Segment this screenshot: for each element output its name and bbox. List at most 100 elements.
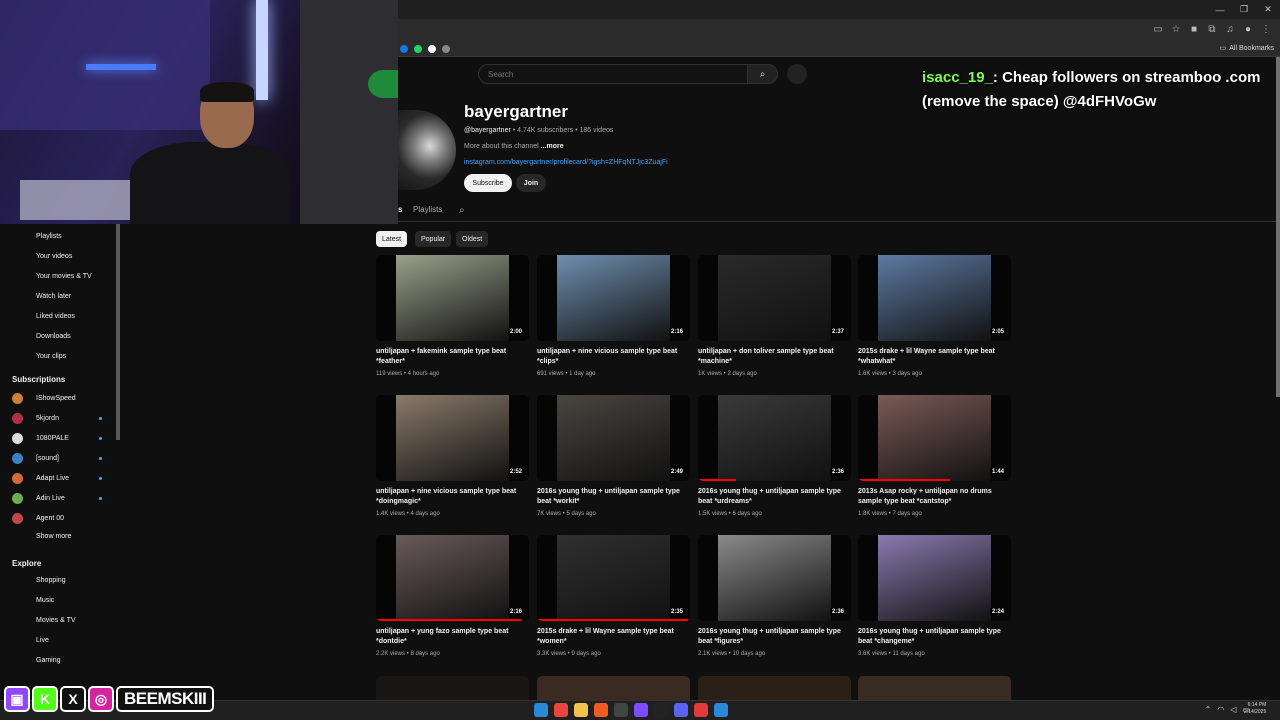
app-icon[interactable]	[694, 703, 708, 717]
puzzle-icon[interactable]: ⧉	[1206, 23, 1218, 35]
video-thumbnail[interactable]: 2:35	[537, 535, 690, 621]
video-thumbnail[interactable]: 2:37	[698, 255, 851, 341]
sidebar-item-downloads[interactable]: Downloads	[36, 333, 71, 340]
video-thumbnail[interactable]: 2:36	[698, 535, 851, 621]
taskbar-clock[interactable]: 6:14 PM 2/14/2025	[1244, 702, 1266, 716]
video-title[interactable]: 2016s young thug + untiljapan sample typ…	[698, 487, 848, 507]
menu-icon[interactable]: ⋮	[1260, 23, 1272, 35]
subscription-item[interactable]: 1080PALE	[12, 432, 102, 444]
video-title[interactable]: 2016s young thug + untiljapan sample typ…	[537, 487, 687, 507]
video-title[interactable]: untiljapan + fakemink sample type beat *…	[376, 347, 526, 367]
search-input[interactable]	[478, 64, 748, 84]
maximize-button[interactable]: ❐	[1232, 0, 1256, 19]
bookmark-icon[interactable]	[442, 45, 450, 53]
all-bookmarks-button[interactable]: ▭ All Bookmarks	[1220, 44, 1274, 53]
sidebar-item-playlists[interactable]: Playlists	[36, 233, 62, 240]
subscription-item[interactable]: Adin Live	[12, 492, 102, 504]
media-icon[interactable]: ♫	[1224, 23, 1236, 35]
video-thumbnail[interactable]: 2:49	[537, 395, 690, 481]
sidebar-item-live[interactable]: Live	[36, 637, 49, 644]
more-link[interactable]: ...more	[541, 143, 564, 150]
photos-icon[interactable]	[714, 703, 728, 717]
video-thumbnail[interactable]: 1:44	[858, 395, 1011, 481]
video-thumbnail[interactable]: 2:00	[376, 255, 529, 341]
search-button[interactable]: ⌕	[747, 64, 778, 84]
channel-search-icon[interactable]: ⌕	[459, 205, 465, 216]
subscription-item[interactable]: Agent 00	[12, 512, 102, 524]
browser-titlebar: — ❐ ✕	[398, 0, 1280, 19]
sidebar-item-shopping[interactable]: Shopping	[36, 577, 66, 584]
sidebar-scrollbar[interactable]	[116, 224, 120, 440]
video-title[interactable]: untiljapan + yung fazo sample type beat …	[376, 627, 526, 647]
bookmarks-bar: ▭ All Bookmarks	[398, 43, 1280, 57]
extension-icon[interactable]: ■	[1188, 23, 1200, 35]
folder-icon[interactable]	[574, 703, 588, 717]
curtain	[300, 0, 398, 224]
video-thumbnail[interactable]: 2:52	[376, 395, 529, 481]
chip-latest[interactable]: Latest	[376, 231, 408, 247]
video-title[interactable]: untiljapan + nine vicious sample type be…	[537, 347, 687, 367]
subscribe-button[interactable]: Subscribe	[464, 174, 512, 192]
video-thumbnail[interactable]: 2:24	[858, 535, 1011, 621]
wifi-icon[interactable]: ◠	[1217, 705, 1224, 714]
show-more-button[interactable]: Show more	[36, 533, 71, 540]
profile-icon[interactable]: ●	[1242, 23, 1254, 35]
discord-icon[interactable]	[674, 703, 688, 717]
sidebar-item-your-videos[interactable]: Your videos	[36, 253, 72, 260]
cast-icon[interactable]: ▭	[1152, 23, 1164, 35]
bookmark-icon[interactable]	[400, 45, 408, 53]
app-icon[interactable]	[634, 703, 648, 717]
page-scrollbar[interactable]	[1276, 57, 1280, 397]
video-title[interactable]: 2015s drake + lil Wayne sample type beat…	[858, 347, 1008, 367]
video-title[interactable]: 2013s Asap rocky + untiljapan no drums s…	[858, 487, 1008, 507]
subscription-item[interactable]: IShowSpeed	[12, 392, 102, 404]
video-title[interactable]: 2015s drake + lil Wayne sample type beat…	[537, 627, 687, 647]
star-icon[interactable]: ☆	[1170, 23, 1182, 35]
video-title[interactable]: untiljapan + nine vicious sample type be…	[376, 487, 526, 507]
video-duration: 2:37	[829, 328, 846, 336]
channel-link[interactable]: instagram.com/bayergartner/profilecard/?…	[464, 159, 668, 166]
video-thumbnail[interactable]: 2:36	[698, 395, 851, 481]
sidebar-item-movies-tv[interactable]: Movies & TV	[36, 617, 76, 624]
chip-oldest[interactable]: Oldest	[456, 231, 489, 247]
voice-search-button[interactable]	[787, 64, 807, 84]
windows-icon[interactable]	[534, 703, 548, 717]
sidebar-item-gaming[interactable]: Gaming	[36, 657, 61, 664]
video-thumbnail[interactable]: 2:16	[537, 255, 690, 341]
brave-icon[interactable]	[594, 703, 608, 717]
tab-videos[interactable]: s	[398, 205, 402, 214]
video-thumbnail[interactable]: 2:16	[376, 535, 529, 621]
bookmark-icon[interactable]	[428, 45, 436, 53]
chevron-up-icon[interactable]: ⌃	[1205, 705, 1212, 714]
video-thumbnail[interactable]	[698, 676, 851, 700]
video-title[interactable]: 2016s young thug + untiljapan sample typ…	[858, 627, 1008, 647]
sidebar-item-liked-videos[interactable]: Liked videos	[36, 313, 75, 320]
obs-icon[interactable]	[614, 703, 628, 717]
video-thumbnail[interactable]	[858, 676, 1011, 700]
subscription-item[interactable]: 5kjordn	[12, 412, 102, 424]
video-thumbnail[interactable]: 2:05	[858, 255, 1011, 341]
video-title[interactable]: 2016s young thug + untiljapan sample typ…	[698, 627, 848, 647]
sidebar-item-watch-later[interactable]: Watch later	[36, 293, 71, 300]
channel-about[interactable]: More about this channel ...more	[464, 143, 564, 150]
tiktok-icon[interactable]	[654, 703, 668, 717]
video-thumbnail[interactable]	[537, 676, 690, 700]
video-thumbnail[interactable]	[376, 676, 529, 700]
chip-popular[interactable]: Popular	[415, 231, 452, 247]
thumbnail-image	[396, 395, 509, 481]
subscription-item[interactable]: [sound]	[12, 452, 102, 464]
video-title[interactable]: untiljapan + don toliver sample type bea…	[698, 347, 848, 367]
channel-avatar[interactable]	[398, 110, 456, 190]
sidebar-item-your-clips[interactable]: Your clips	[36, 353, 66, 360]
minimize-button[interactable]: —	[1208, 0, 1232, 19]
subscription-item[interactable]: Adapt Live	[12, 472, 102, 484]
chrome-icon[interactable]	[554, 703, 568, 717]
volume-icon[interactable]: ◁	[1230, 705, 1236, 714]
close-button[interactable]: ✕	[1256, 0, 1280, 19]
tab-playlists[interactable]: Playlists	[413, 205, 442, 214]
join-button[interactable]: Join	[516, 174, 546, 192]
whatsapp-icon[interactable]	[414, 45, 422, 53]
clock-date: 2/14/2025	[1244, 709, 1267, 715]
sidebar-item-music[interactable]: Music	[36, 597, 54, 604]
sidebar-item-your-movies-tv[interactable]: Your movies & TV	[36, 273, 92, 280]
